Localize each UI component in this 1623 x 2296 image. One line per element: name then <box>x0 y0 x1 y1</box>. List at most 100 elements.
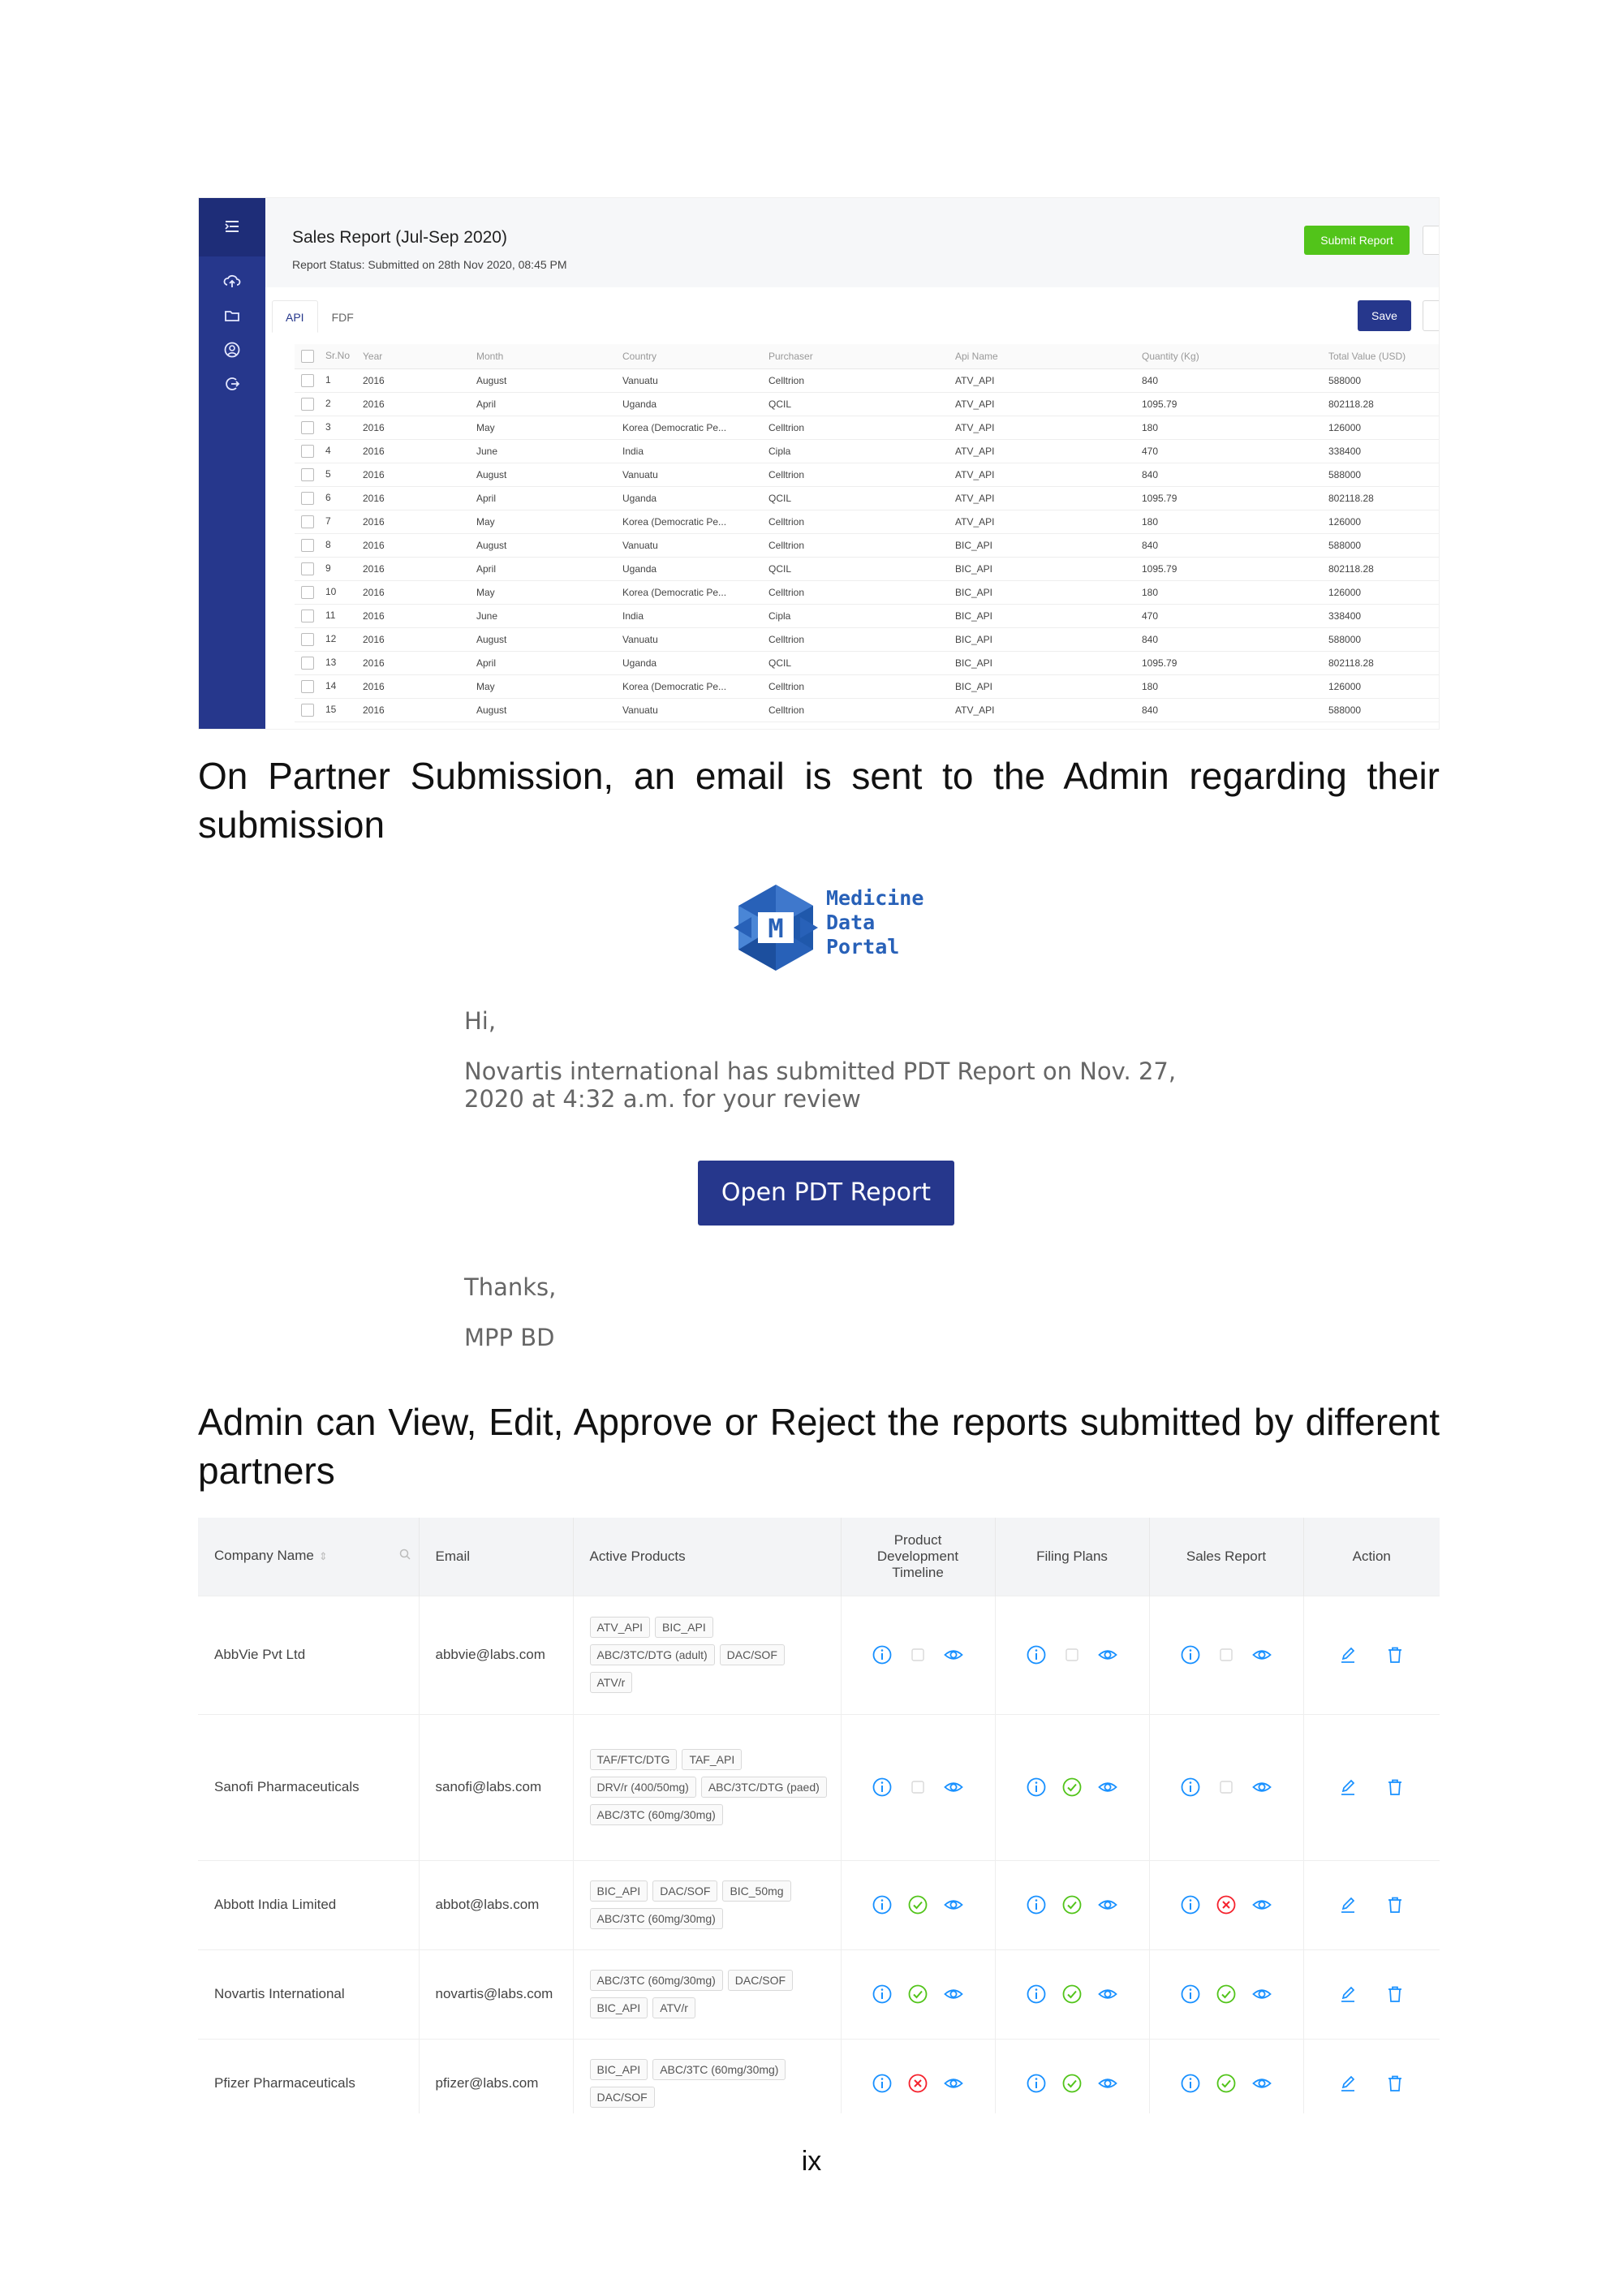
table-row[interactable]: 6 2016 April Uganda QCIL ATV_API 1095.79 802118… <box>295 486 1439 510</box>
info-icon[interactable] <box>1026 1777 1047 1798</box>
view-eye-icon[interactable] <box>943 1984 964 2005</box>
view-eye-icon[interactable] <box>1251 2073 1272 2094</box>
approved-check-icon[interactable] <box>1216 1984 1237 2005</box>
status-checkbox-icon[interactable] <box>1216 1777 1237 1798</box>
approved-check-icon[interactable] <box>907 1984 928 2005</box>
edit-icon[interactable] <box>1337 1777 1358 1798</box>
info-icon[interactable] <box>872 1984 893 2005</box>
row-checkbox[interactable] <box>301 397 314 411</box>
view-eye-icon[interactable] <box>1097 2073 1118 2094</box>
delete-icon[interactable] <box>1384 1894 1406 1915</box>
table-row[interactable]: 8 2016 August Vanuatu Celltrion BIC_API 840 588… <box>295 533 1439 558</box>
table-row[interactable]: 13 2016 April Uganda QCIL BIC_API 1095.79 80211… <box>295 651 1439 675</box>
row-checkbox[interactable] <box>301 373 314 387</box>
view-eye-icon[interactable] <box>1097 1984 1118 2005</box>
delete-icon[interactable] <box>1384 1984 1406 2005</box>
save-options-button[interactable] <box>1423 300 1439 331</box>
table-row[interactable]: 15 2016 August Vanuatu Celltrion ATV_API 840 58… <box>295 698 1439 722</box>
view-eye-icon[interactable] <box>943 2073 964 2094</box>
edit-icon[interactable] <box>1337 1644 1358 1665</box>
table-row[interactable]: 4 2016 June India Cipla ATV_API 470 338400 <box>295 439 1439 463</box>
approved-check-icon[interactable] <box>907 1894 928 1915</box>
more-actions-button[interactable] <box>1423 226 1439 255</box>
edit-icon[interactable] <box>1337 2073 1358 2094</box>
info-icon[interactable] <box>1026 2073 1047 2094</box>
info-icon[interactable] <box>1026 1644 1047 1665</box>
status-checkbox-icon[interactable] <box>907 1644 928 1665</box>
table-row[interactable]: 5 2016 August Vanuatu Celltrion ATV_API 840 588… <box>295 463 1439 487</box>
folder-icon[interactable] <box>222 307 242 326</box>
save-button[interactable]: Save <box>1358 300 1411 331</box>
delete-icon[interactable] <box>1384 1777 1406 1798</box>
submit-report-button[interactable]: Submit Report <box>1304 226 1410 255</box>
info-icon[interactable] <box>1180 2073 1201 2094</box>
table-row[interactable]: 1 2016 August Vanuatu Celltrion ATV_API 840 588… <box>295 368 1439 393</box>
view-eye-icon[interactable] <box>943 1777 964 1798</box>
table-row[interactable]: 12 2016 August Vanuatu Celltrion BIC_API 840 58… <box>295 627 1439 652</box>
info-icon[interactable] <box>872 1777 893 1798</box>
row-checkbox[interactable] <box>301 491 314 505</box>
info-icon[interactable] <box>1026 1894 1047 1915</box>
user-circle-icon[interactable] <box>222 341 242 360</box>
row-checkbox[interactable] <box>301 585 314 599</box>
view-eye-icon[interactable] <box>1097 1894 1118 1915</box>
view-eye-icon[interactable] <box>1097 1644 1118 1665</box>
info-icon[interactable] <box>1180 1984 1201 2005</box>
info-icon[interactable] <box>1180 1894 1201 1915</box>
view-eye-icon[interactable] <box>1097 1777 1118 1798</box>
view-eye-icon[interactable] <box>1251 1777 1272 1798</box>
table-row[interactable]: 14 2016 May Korea (Democratic Pe... Celltrio… <box>295 674 1439 699</box>
tab-fdf[interactable]: FDF <box>318 300 368 333</box>
view-eye-icon[interactable] <box>1251 1894 1272 1915</box>
row-checkbox[interactable] <box>301 656 314 670</box>
info-icon[interactable] <box>1180 1777 1201 1798</box>
rejected-x-icon[interactable] <box>1216 1894 1237 1915</box>
delete-icon[interactable] <box>1384 1644 1406 1665</box>
logout-icon[interactable] <box>222 375 242 394</box>
row-checkbox[interactable] <box>301 632 314 646</box>
info-icon[interactable] <box>872 2073 893 2094</box>
row-checkbox[interactable] <box>301 562 314 575</box>
info-icon[interactable] <box>1180 1644 1201 1665</box>
status-checkbox-icon[interactable] <box>1061 1644 1083 1665</box>
row-checkbox[interactable] <box>301 609 314 622</box>
approved-check-icon[interactable] <box>1061 2073 1083 2094</box>
tab-api[interactable]: API <box>272 300 318 333</box>
row-checkbox[interactable] <box>301 467 314 481</box>
menu-fold-icon[interactable] <box>222 218 242 237</box>
row-checkbox[interactable] <box>301 420 314 434</box>
row-checkbox[interactable] <box>301 538 314 552</box>
table-row[interactable]: 9 2016 April Uganda QCIL BIC_API 1095.79 802118… <box>295 557 1439 581</box>
open-pdt-report-button[interactable]: Open PDT Report <box>698 1161 954 1226</box>
view-eye-icon[interactable] <box>1251 1644 1272 1665</box>
row-checkbox[interactable] <box>301 515 314 528</box>
table-row[interactable]: 11 2016 June India Cipla BIC_API 470 338400 <box>295 604 1439 628</box>
view-eye-icon[interactable] <box>943 1894 964 1915</box>
approved-check-icon[interactable] <box>1216 2073 1237 2094</box>
row-checkbox[interactable] <box>301 703 314 717</box>
approved-check-icon[interactable] <box>1061 1984 1083 2005</box>
status-checkbox-icon[interactable] <box>1216 1644 1237 1665</box>
menu-toggle[interactable] <box>199 198 265 256</box>
approved-check-icon[interactable] <box>1061 1777 1083 1798</box>
view-eye-icon[interactable] <box>1251 1984 1272 2005</box>
table-row[interactable]: 10 2016 May Korea (Democratic Pe... Celltrio… <box>295 580 1439 605</box>
approved-check-icon[interactable] <box>1061 1894 1083 1915</box>
view-eye-icon[interactable] <box>943 1644 964 1665</box>
cloud-upload-icon[interactable] <box>222 273 242 292</box>
row-checkbox[interactable] <box>301 679 314 693</box>
edit-icon[interactable] <box>1337 1984 1358 2005</box>
delete-icon[interactable] <box>1384 2073 1406 2094</box>
search-icon[interactable] <box>399 1548 411 1564</box>
select-all-checkbox[interactable] <box>301 349 314 363</box>
table-row[interactable]: 2 2016 April Uganda QCIL ATV_API 1095.79 802118… <box>295 392 1439 416</box>
row-checkbox[interactable] <box>301 444 314 458</box>
table-row[interactable]: 7 2016 May Korea (Democratic Pe... Celltrion… <box>295 510 1439 534</box>
info-icon[interactable] <box>872 1644 893 1665</box>
edit-icon[interactable] <box>1337 1894 1358 1915</box>
info-icon[interactable] <box>1026 1984 1047 2005</box>
sort-icon[interactable]: ⇕ <box>319 1550 328 1562</box>
info-icon[interactable] <box>872 1894 893 1915</box>
table-row[interactable]: 3 2016 May Korea (Democratic Pe... Celltrion… <box>295 416 1439 440</box>
col-company-name[interactable]: Company Name ⇕ <box>198 1518 420 1596</box>
